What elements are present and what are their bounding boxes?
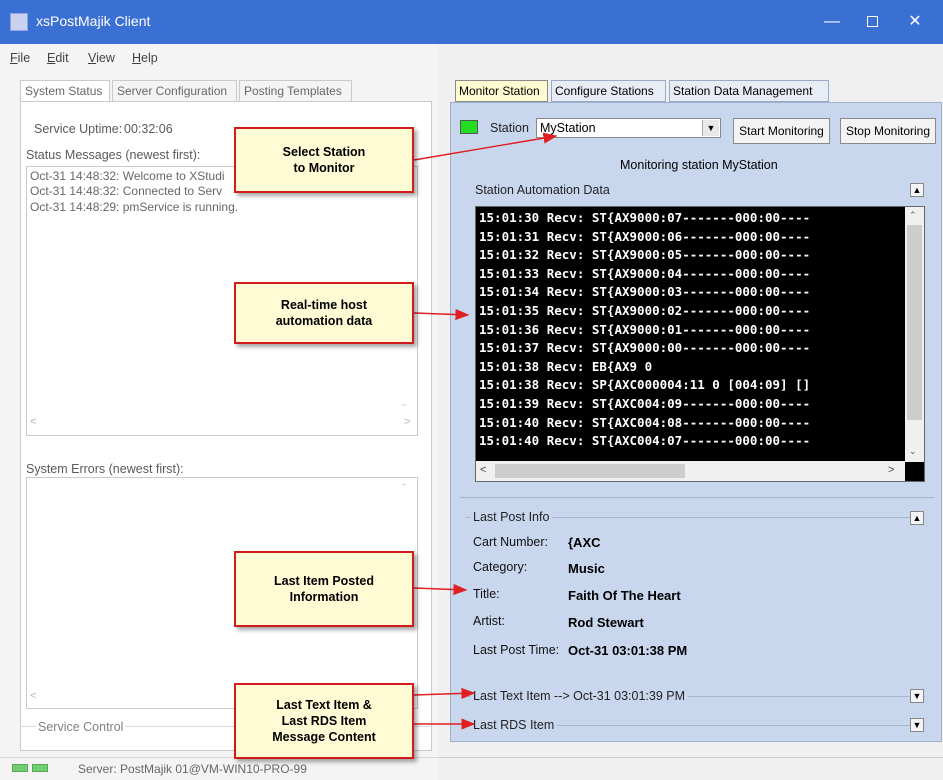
callout-line: to Monitor bbox=[293, 161, 355, 175]
callout-last-text: Last Text Item & Last RDS Item Message Con… bbox=[234, 683, 414, 759]
callout-line: Select Station bbox=[282, 145, 366, 159]
callout-line: Information bbox=[289, 590, 359, 604]
callout-line: Real-time host bbox=[280, 298, 368, 312]
arrow-last-item bbox=[413, 583, 468, 596]
callout-line: Message Content bbox=[272, 730, 376, 744]
arrow-realtime bbox=[413, 308, 470, 321]
callout-last-item: Last Item Posted Information bbox=[234, 551, 414, 627]
callout-realtime: Real-time host automation data bbox=[234, 282, 414, 344]
callout-select-station: Select Station to Monitor bbox=[234, 127, 414, 193]
callout-line: Last Item Posted bbox=[273, 574, 375, 588]
callout-arrows bbox=[413, 132, 558, 730]
callout-line: Last RDS Item bbox=[281, 714, 367, 728]
callout-line: Last Text Item & bbox=[276, 698, 372, 712]
callout-line: automation data bbox=[275, 314, 373, 328]
arrow-last-text bbox=[413, 687, 476, 700]
arrow-select-station bbox=[413, 132, 558, 161]
